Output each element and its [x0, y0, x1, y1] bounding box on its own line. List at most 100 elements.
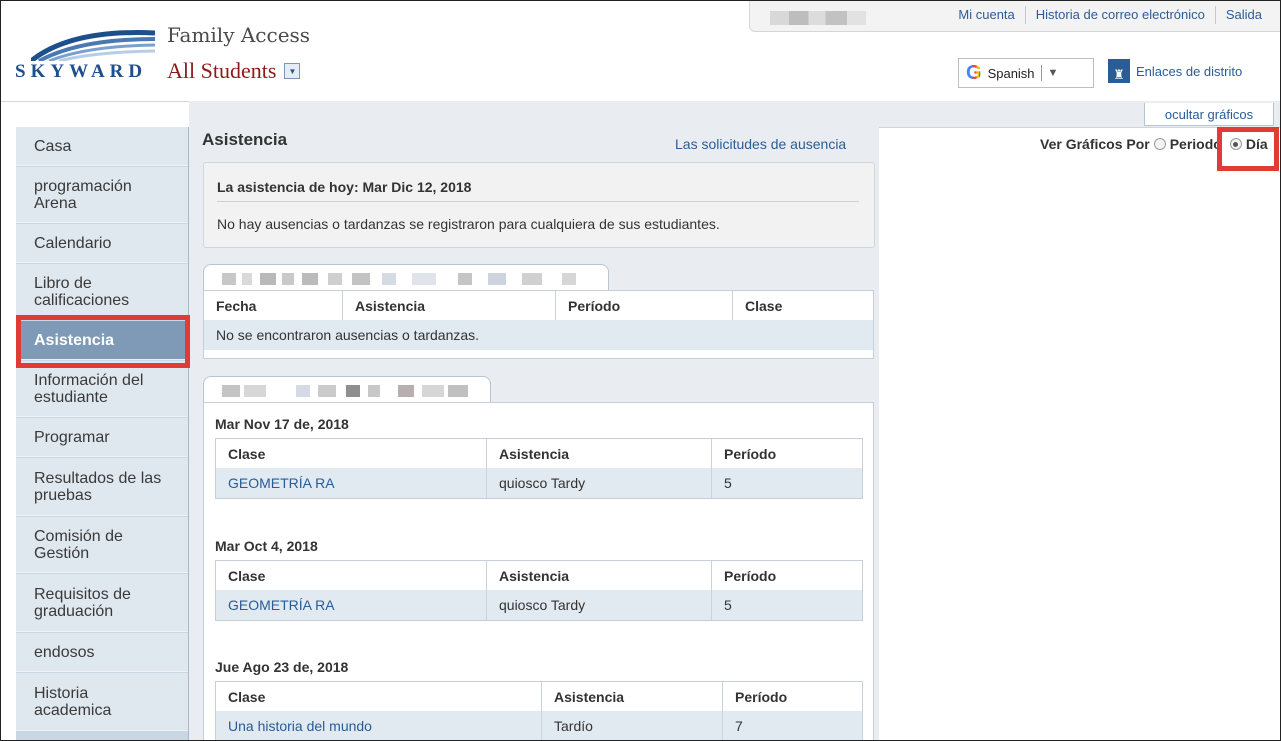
attendance-group-table: Clase Asistencia Período Una historia de… [215, 681, 863, 740]
user-name-redacted [770, 11, 866, 25]
sidebar-item-label: Programar [34, 428, 110, 446]
attendance-date: Mar Nov 17 de, 2018 [215, 416, 349, 432]
class-cell: GEOMETRÍA RA [216, 590, 487, 620]
table-row: GEOMETRÍA RA quiosco Tardy 5 [216, 590, 862, 620]
student1-attendance-panel: Fecha Asistencia Período Clase No se enc… [203, 290, 874, 359]
district-links[interactable]: ♜ Enlaces de distrito [1108, 59, 1242, 83]
sidebar-item-label: programación Arena [34, 177, 132, 212]
column-header-class[interactable]: Clase [216, 561, 487, 590]
student1-attendance-table: Fecha Asistencia Período Clase No se enc… [204, 291, 873, 350]
student2-attendance-panel: Mar Nov 17 de, 2018 Clase Asistencia Per… [203, 402, 874, 740]
sidebar-item-graduation-requirements[interactable]: Requisitos de graduación [16, 574, 188, 632]
sidebar-item-label: Comisión de Gestión [34, 527, 123, 562]
column-header-class[interactable]: Clase [216, 682, 542, 711]
student-selector[interactable]: All Students ▼ [167, 58, 301, 84]
period-cell: 5 [711, 590, 862, 620]
account-bar: Mi cuenta Historia de correo electrónico… [749, 1, 1280, 32]
student-tab[interactable] [203, 264, 609, 291]
empty-table-message: No se encontraron ausencias o tardanzas. [204, 320, 873, 350]
divider [217, 201, 859, 202]
sidebar-item-label: Casa [34, 137, 72, 155]
table-header-row: Clase Asistencia Período [216, 439, 862, 468]
class-link[interactable]: Una historia del mundo [228, 718, 372, 734]
today-attendance-title: La asistencia de hoy: Mar Dic 12, 2018 [217, 179, 472, 195]
google-icon: G [966, 61, 982, 84]
table-row: Una historia del mundo Tardío 7 [216, 711, 862, 740]
class-link[interactable]: GEOMETRÍA RA [228, 597, 335, 613]
sidebar: Casa programación Arena Calendario Libro… [16, 127, 189, 740]
chevron-down-icon[interactable]: ▼ [284, 63, 301, 79]
charts-panel [879, 127, 1280, 740]
attendance-group-table: Clase Asistencia Período GEOMETRÍA RA qu… [215, 560, 863, 621]
today-attendance-box: La asistencia de hoy: Mar Dic 12, 2018 N… [203, 162, 875, 248]
period-radio-label[interactable]: Periodo [1170, 136, 1222, 152]
app-frame: SKYWARD Family Access All Students ▼ Mi … [0, 0, 1281, 741]
table-row: No se encontraron ausencias o tardanzas. [204, 320, 873, 350]
logo-wordmark: SKYWARD [15, 61, 148, 82]
column-header-period[interactable]: Período [555, 291, 733, 320]
swoosh-icon [31, 30, 155, 61]
sidebar-item-student-info[interactable]: Información del estudiante [16, 361, 188, 417]
column-header-class[interactable]: Clase [733, 291, 874, 320]
email-history-link[interactable]: Historia de correo electrónico [1024, 6, 1215, 24]
highlight-box-attendance [16, 315, 190, 368]
column-header-period[interactable]: Período [712, 561, 863, 590]
sidebar-item-arena-scheduling[interactable]: programación Arena [16, 167, 188, 223]
sidebar-item-label: Requisitos de graduación [34, 585, 131, 620]
sidebar-item-gradebook[interactable]: Libro de calificaciones [16, 264, 188, 320]
sidebar-item-home[interactable]: Casa [16, 127, 188, 166]
page-title: Asistencia [202, 130, 288, 149]
school-icon: ♜ [1108, 59, 1130, 83]
header: SKYWARD Family Access All Students ▼ Mi … [1, 1, 1280, 102]
logout-link[interactable]: Salida [1214, 6, 1272, 24]
absence-requests-link[interactable]: Las solicitudes de ausencia [675, 136, 846, 152]
my-account-link[interactable]: Mi cuenta [948, 6, 1024, 24]
column-header-attendance[interactable]: Asistencia [342, 291, 556, 320]
attendance-cell: Tardío [541, 711, 723, 740]
sidebar-item-calendar[interactable]: Calendario [16, 224, 188, 263]
district-links-label: Enlaces de distrito [1136, 63, 1243, 79]
sidebar-item-label: Resultados de las pruebas [34, 469, 162, 504]
class-cell: Una historia del mundo [216, 711, 542, 740]
period-cell: 7 [722, 711, 862, 740]
sidebar-item-label: Calendario [34, 234, 112, 252]
column-header-period[interactable]: Período [712, 439, 863, 468]
column-header-date[interactable]: Fecha [204, 291, 343, 320]
student-tab[interactable] [203, 376, 491, 403]
sidebar-item-academic-history[interactable]: Historia academica [16, 673, 188, 731]
attendance-date: Jue Ago 23 de, 2018 [215, 659, 349, 675]
sidebar-item-label: endosos [34, 643, 95, 661]
attendance-cell: quiosco Tardy [486, 468, 712, 498]
translate-language: Spanish [987, 65, 1035, 81]
class-cell: GEOMETRÍA RA [216, 468, 487, 498]
student-name-redacted [222, 273, 576, 285]
sidebar-item-label: Información del estudiante [34, 371, 144, 406]
column-header-attendance[interactable]: Asistencia [486, 561, 712, 590]
table-header-row: Clase Asistencia Período [216, 682, 862, 711]
attendance-date: Mar Oct 4, 2018 [215, 538, 318, 554]
period-radio[interactable] [1153, 138, 1166, 150]
column-header-attendance[interactable]: Asistencia [541, 682, 723, 711]
column-header-class[interactable]: Clase [216, 439, 487, 468]
today-attendance-message: No hay ausencias o tardanzas se registra… [217, 216, 720, 232]
sidebar-item-schedule[interactable]: Programar [16, 418, 188, 457]
sidebar-item-label: Historia academica [34, 684, 112, 719]
sidebar-item-endorsements[interactable]: endosos [16, 633, 188, 672]
column-header-attendance[interactable]: Asistencia [486, 439, 712, 468]
sidebar-item-label: Libro de calificaciones [34, 274, 130, 309]
attendance-group-table: Clase Asistencia Período GEOMETRÍA RA qu… [215, 438, 863, 499]
sidebar-item-fee-management[interactable]: Comisión de Gestión [16, 517, 188, 573]
class-link[interactable]: GEOMETRÍA RA [228, 475, 335, 491]
table-header-row: Clase Asistencia Período [216, 561, 862, 590]
account-links: Mi cuenta Historia de correo electrónico… [948, 6, 1272, 24]
table-header-row: Fecha Asistencia Período Clase [204, 291, 873, 320]
hide-charts-button[interactable]: ocultar gráficos [1144, 103, 1274, 126]
sidebar-item-test-scores[interactable]: Resultados de las pruebas [16, 458, 188, 516]
highlight-box-day [1217, 127, 1279, 171]
column-header-period[interactable]: Período [723, 682, 863, 711]
period-cell: 5 [711, 468, 862, 498]
skyward-logo[interactable]: SKYWARD [15, 27, 157, 87]
google-translate-select[interactable]: G Spanish ▼ [958, 58, 1094, 88]
student-name-redacted [222, 385, 468, 397]
chevron-down-icon[interactable]: ▼ [1048, 67, 1059, 79]
